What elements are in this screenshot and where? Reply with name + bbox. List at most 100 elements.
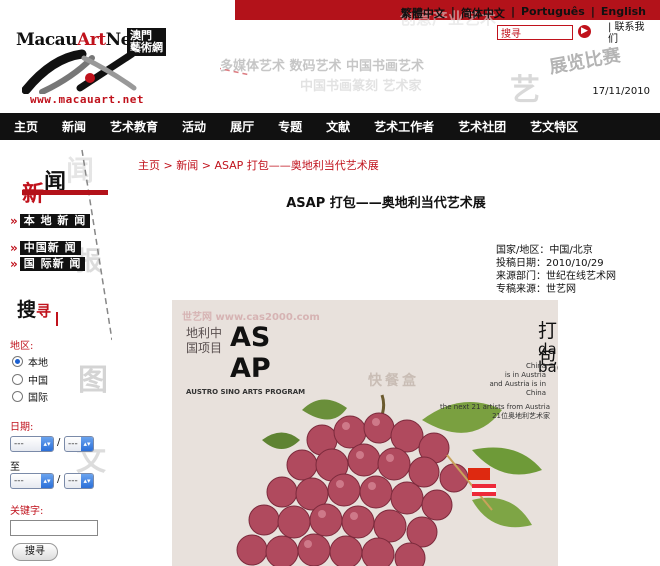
poster-next-line: the next 21 artists from Austria [440, 403, 550, 411]
lang-portuguese[interactable]: Português [515, 5, 591, 21]
lang-english[interactable]: English [595, 5, 652, 21]
poster-watermark: 世艺网 www.cas2000.com [182, 312, 320, 323]
nav-item-culture-zone[interactable]: 艺文特区 [530, 118, 578, 135]
date-to-day-select[interactable]: --- ▴▾ [64, 473, 94, 489]
search-title-char-2: 寻 [36, 302, 52, 320]
sidebar-link-label: 中国新 闻 [19, 241, 81, 255]
page: 创意产业艺术 多媒体艺术 数码艺术 中国书画艺术 展览比赛 中国书画篆刻 艺术家… [0, 0, 660, 566]
date-from-month-select[interactable]: --- ▴▾ [10, 436, 54, 452]
poster-cn-title: 地利中国项目 [186, 326, 223, 355]
poster-program-name: AUSTRO SINO ARTS PROGRAM [186, 388, 306, 396]
date-separator: / [57, 437, 61, 448]
svg-text:艺: 艺 [510, 73, 540, 108]
region-radio-world[interactable]: 国际 [12, 389, 48, 404]
select-value: --- [14, 476, 24, 486]
breadcrumb-separator: > [198, 159, 215, 172]
svg-text:展览比赛: 展览比赛 [548, 44, 624, 78]
breadcrumb-home[interactable]: 主页 [138, 159, 160, 172]
meta-region: 国家/地区：中国/北京 [496, 245, 593, 256]
svg-text:多媒体艺术 数码艺术 中国书画艺术: 多媒体艺术 数码艺术 中国书画艺术 [220, 58, 424, 74]
radio-button[interactable] [12, 374, 23, 385]
meta-article-source: 专稿来源：世艺网 [496, 284, 576, 295]
radio-button[interactable] [12, 391, 23, 402]
to-label: 至 [10, 462, 20, 473]
keyword-input[interactable] [10, 520, 98, 536]
header-search-input[interactable] [497, 25, 573, 40]
search-submit-button[interactable]: 搜寻 [12, 543, 58, 561]
site-header: 创意产业艺术 多媒体艺术 数码艺术 中国书画艺术 展览比赛 中国书画篆刻 艺术家… [0, 0, 660, 113]
select-value: --- [68, 476, 78, 486]
double-chevron-right-icon: » [10, 241, 18, 255]
search-section-title: 搜寻 [17, 295, 51, 322]
nav-item-features[interactable]: 专题 [278, 118, 302, 135]
language-switcher: 繁體中文 | 简体中文 | Português | English [395, 5, 652, 21]
poster-asap-text: AS AP [230, 322, 271, 384]
article-title: ASAP 打包——奥地利当代艺术展 [286, 196, 486, 211]
poster-center-text: 快餐盒 [368, 373, 419, 389]
search-go-icon[interactable]: ▶ [578, 25, 591, 38]
sidebar-link-label: 本 地 新 闻 [19, 214, 91, 228]
nav-item-documents[interactable]: 文献 [326, 118, 350, 135]
radio-label: 国际 [28, 393, 48, 404]
article-image: 世艺网 www.cas2000.com 地利中国项目 AS AP AUSTRO … [172, 300, 558, 566]
contact-us-link[interactable]: | 联系我们 [608, 22, 652, 46]
keyword-label: 关键字: [10, 506, 44, 517]
nav-item-art-education[interactable]: 艺术教育 [110, 118, 158, 135]
select-arrows-icon: ▴▾ [41, 474, 53, 488]
select-arrows-icon: ▴▾ [81, 474, 93, 488]
logo-brushes-icon [22, 49, 137, 94]
radio-label: 本地 [28, 358, 48, 369]
logo-part-art: Art [77, 30, 106, 50]
select-value: --- [68, 439, 78, 449]
select-arrows-icon: ▴▾ [41, 437, 53, 451]
poster-china-line: is in Austria [504, 371, 546, 379]
date-to-month-select[interactable]: --- ▴▾ [10, 473, 54, 489]
breadcrumb: 主页 > 新闻 > ASAP 打包——奥地利当代艺术展 [138, 157, 379, 173]
lang-traditional[interactable]: 繁體中文 [395, 5, 451, 21]
select-arrows-icon: ▴▾ [81, 437, 93, 451]
date-label: 日期: [10, 422, 34, 433]
meta-submit-date: 投稿日期：2010/10/29 [496, 258, 604, 269]
search-title-char-1: 搜 [17, 299, 37, 321]
double-chevron-right-icon: » [10, 214, 18, 228]
svg-text:中国书画篆刻 艺术家: 中国书画篆刻 艺术家 [300, 78, 423, 94]
article-meta: 国家/地区：中国/北京 投稿日期：2010/10/29 来源部门：世纪在线艺术网… [496, 244, 616, 296]
main-content: 主页 > 新闻 > ASAP 打包——奥地利当代艺术展 ASAP 打包——奥地利… [112, 140, 660, 566]
site-logo-text[interactable]: MacauArtNet [16, 30, 139, 50]
logo-part-macau: Macau [16, 30, 78, 50]
region-radio-china[interactable]: 中国 [12, 372, 48, 387]
poster-china-line: and Austria is in [489, 380, 546, 388]
sidebar-decoration: 闻 报 图 文 [66, 149, 112, 478]
svg-text:图: 图 [78, 363, 108, 398]
breadcrumb-news[interactable]: 新闻 [176, 159, 198, 172]
poster-next-line-cn: 21位奥地利艺术家 [492, 412, 550, 420]
poster-china-lines: China is in Austria and Austria is in Ch… [489, 362, 546, 398]
nav-item-events[interactable]: 活动 [182, 118, 206, 135]
breadcrumb-current[interactable]: ASAP 打包——奥地利当代艺术展 [214, 159, 378, 172]
nav-item-art-groups[interactable]: 艺术社团 [458, 118, 506, 135]
nav-item-gallery[interactable]: 展厅 [230, 118, 254, 135]
news-title-underline [22, 190, 108, 195]
search-title-accent [56, 312, 58, 326]
double-chevron-right-icon: » [10, 257, 18, 271]
current-date: 17/11/2010 [592, 86, 650, 97]
sidebar-link-local-news[interactable]: » 本 地 新 闻 [10, 214, 91, 228]
logo-url: www.macauart.net [30, 93, 144, 106]
region-radio-local[interactable]: 本地 [12, 354, 48, 369]
main-nav: 主页 新闻 艺术教育 活动 展厅 专题 文献 艺术工作者 艺术社团 艺文特区 [0, 113, 660, 140]
nav-item-artists[interactable]: 艺术工作者 [374, 118, 434, 135]
sidebar-link-china-news[interactable]: » 中国新 闻 [10, 241, 81, 255]
select-value: --- [14, 439, 24, 449]
nav-item-home[interactable]: 主页 [14, 118, 38, 135]
sidebar-link-world-news[interactable]: » 国 际新 闻 [10, 257, 86, 271]
poster-next-artists: the next 21 artists from Austria 21位奥地利艺… [440, 403, 550, 421]
nav-item-news[interactable]: 新闻 [62, 118, 86, 135]
poster-asap-title: AS AP [230, 322, 276, 384]
date-from-day-select[interactable]: --- ▴▾ [64, 436, 94, 452]
poster-china-line: China [526, 389, 546, 397]
poster-china-line: China [526, 362, 546, 370]
lang-simplified[interactable]: 简体中文 [455, 5, 511, 21]
meta-source-dept: 来源部门：世纪在线艺术网 [496, 271, 616, 282]
breadcrumb-separator: > [160, 159, 177, 172]
radio-button-checked[interactable] [12, 356, 23, 367]
